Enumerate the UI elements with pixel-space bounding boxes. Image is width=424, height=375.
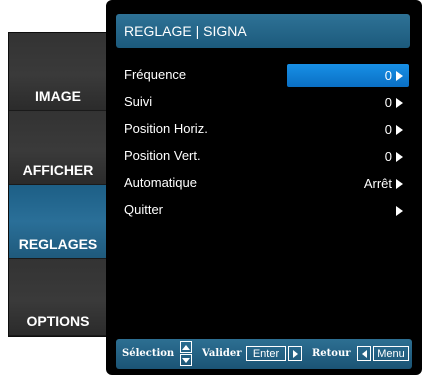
arrow-down-icon [182, 357, 190, 363]
item-automatique-value: Arrêt [363, 176, 392, 191]
item-position-vert-label: Position Vert. [124, 148, 201, 163]
menu-tab-strip: IMAGE AFFICHER REGLAGES OPTIONS [8, 32, 108, 337]
item-position-horiz-value-box[interactable]: 0 [287, 118, 409, 141]
up-key-icon[interactable] [180, 341, 192, 353]
panel-header: REGLAGE | SIGNA [116, 14, 410, 48]
enter-key-button[interactable]: Enter [246, 346, 286, 361]
item-position-horiz-value: 0 [384, 122, 392, 137]
arrow-right-icon [396, 205, 403, 216]
item-frequence-label: Fréquence [124, 67, 187, 82]
tab-image[interactable]: IMAGE [9, 33, 107, 111]
item-position-vert-value: 0 [384, 149, 392, 164]
tab-options[interactable]: OPTIONS [9, 259, 107, 336]
item-frequence[interactable]: Fréquence 0 [106, 64, 422, 87]
menu-key-label: Menu [377, 347, 405, 360]
tab-afficher[interactable]: AFFICHER [9, 111, 107, 185]
item-frequence-value: 0 [384, 68, 392, 83]
tab-reglages-label: REGLAGES [18, 236, 98, 252]
item-position-vert[interactable]: Position Vert. 0 [106, 145, 422, 168]
panel-title: REGLAGE | SIGNA [124, 23, 247, 39]
item-position-horiz[interactable]: Position Horiz. 0 [106, 118, 422, 141]
validate-hint-label: Valider [202, 348, 242, 359]
left-key-icon[interactable] [357, 346, 371, 361]
key-hint-bar: Sélection Valider Enter Retour Menu [116, 339, 412, 369]
item-quitter-value-box[interactable] [287, 199, 409, 222]
item-quitter[interactable]: Quitter [106, 199, 422, 222]
arrow-left-icon [361, 349, 367, 358]
item-automatique-label: Automatique [124, 175, 197, 190]
arrow-right-icon [396, 178, 403, 189]
item-suivi-label: Suivi [124, 94, 153, 109]
item-automatique-value-box[interactable]: Arrêt [287, 172, 409, 195]
arrow-up-icon [182, 344, 190, 350]
arrow-right-icon [396, 97, 403, 108]
tab-image-label: IMAGE [35, 88, 81, 104]
menu-key-button[interactable]: Menu [373, 346, 409, 361]
projector-osd-menu: IMAGE AFFICHER REGLAGES OPTIONS REGLAGE … [0, 0, 424, 375]
back-hint-label: Retour [312, 348, 351, 359]
item-position-vert-value-box[interactable]: 0 [287, 145, 409, 168]
arrow-right-icon [396, 70, 403, 81]
settings-panel: REGLAGE | SIGNA Fréquence 0 Suivi 0 Posi… [106, 0, 422, 375]
arrow-right-icon [292, 349, 298, 358]
item-suivi-value: 0 [384, 95, 392, 110]
item-quitter-label: Quitter [124, 202, 164, 217]
settings-list: Fréquence 0 Suivi 0 Position Horiz. 0 Po… [106, 64, 422, 226]
arrow-right-icon [396, 151, 403, 162]
item-suivi-value-box[interactable]: 0 [287, 91, 409, 114]
item-position-horiz-label: Position Horiz. [124, 121, 208, 136]
item-frequence-value-box[interactable]: 0 [287, 64, 409, 87]
right-key-icon[interactable] [288, 346, 302, 361]
arrow-right-icon [396, 124, 403, 135]
tab-reglages[interactable]: REGLAGES [9, 185, 107, 259]
enter-key-label: Enter [252, 347, 280, 360]
tab-afficher-label: AFFICHER [22, 162, 94, 178]
tab-options-label: OPTIONS [26, 313, 90, 329]
item-automatique[interactable]: Automatique Arrêt [106, 172, 422, 195]
down-key-icon[interactable] [180, 354, 192, 366]
select-hint-label: Sélection [122, 348, 175, 359]
item-suivi[interactable]: Suivi 0 [106, 91, 422, 114]
